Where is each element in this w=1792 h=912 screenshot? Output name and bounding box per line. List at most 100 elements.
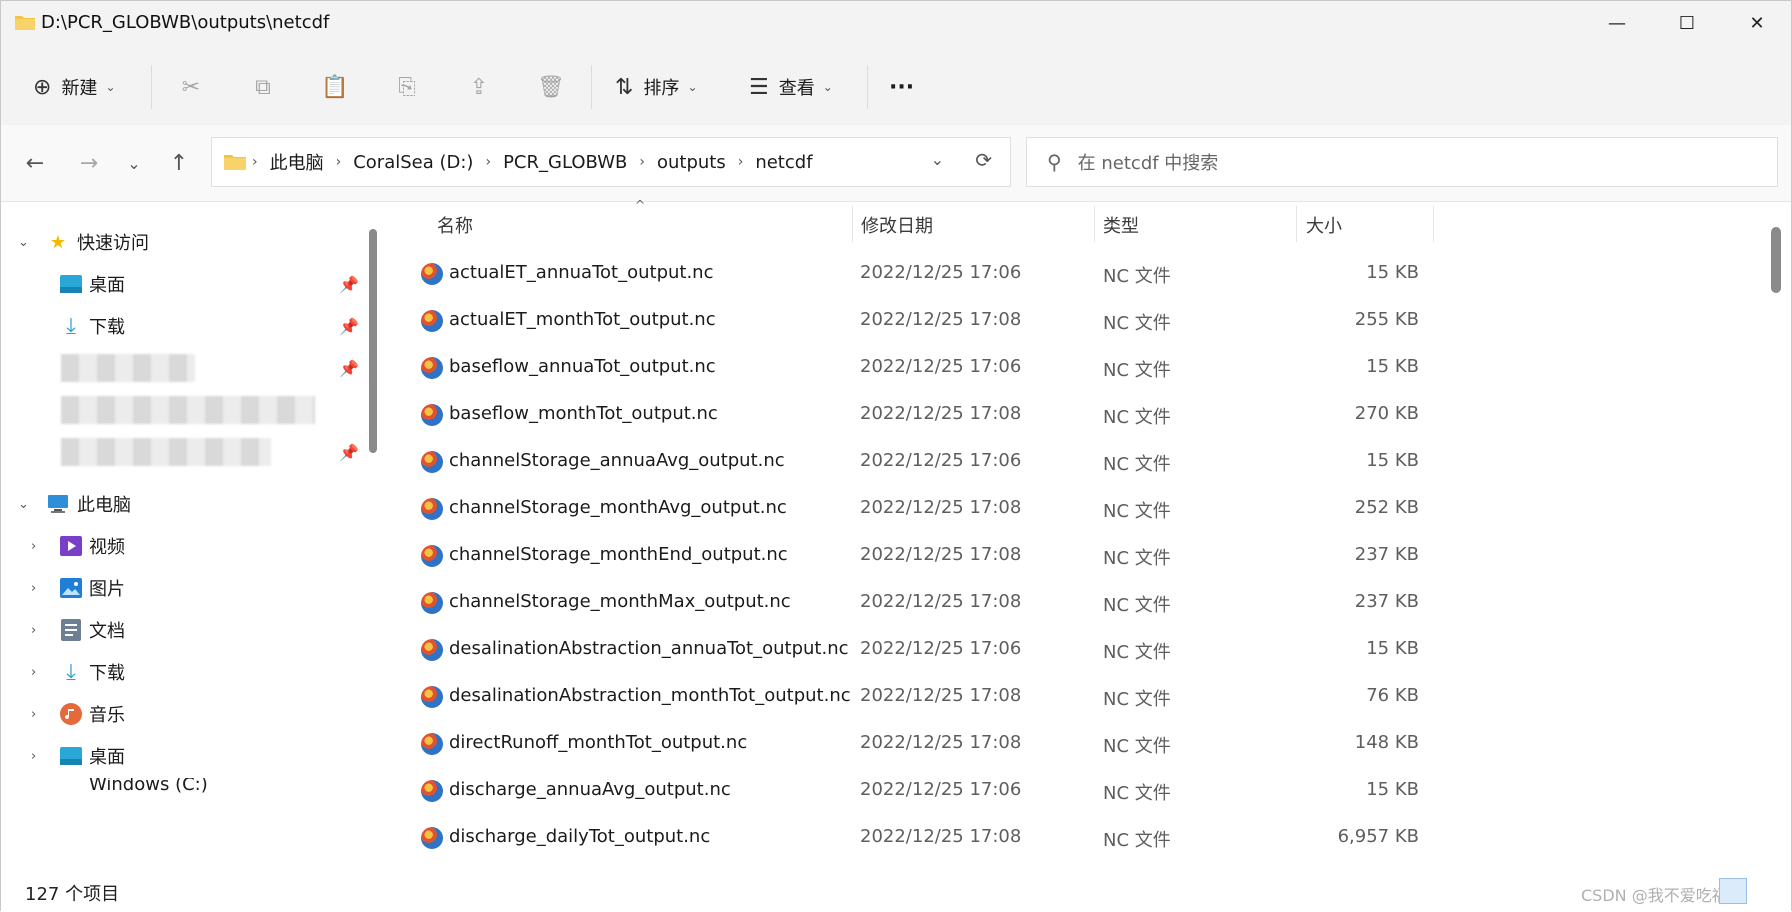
file-row[interactable]: directRunoff_monthTot_output.nc 2022/12/2… (389, 720, 1769, 766)
file-row[interactable]: discharge_dailyTot_output.nc 2022/12/25 1… (389, 814, 1769, 860)
computer-icon (46, 493, 70, 515)
nav-item-redacted[interactable]: 📌 (1, 432, 371, 472)
desktop-icon (59, 745, 83, 767)
file-row[interactable]: desalinationAbstraction_annuaTot_output.… (389, 626, 1769, 672)
file-row[interactable]: actualET_annuaTot_output.nc 2022/12/25 17… (389, 250, 1769, 296)
column-divider[interactable] (852, 206, 853, 242)
nav-item-windows-drive[interactable]: Windows (C:) (1, 778, 371, 794)
delete-button[interactable]: 🗑 (533, 69, 569, 105)
file-row[interactable]: channelStorage_monthMax_output.nc 2022/12… (389, 579, 1769, 625)
address-bar[interactable]: › 此电脑 › CoralSea (D:) › PCR_GLOBWB › out… (211, 137, 1011, 187)
search-box[interactable]: ⚲ 在 netcdf 中搜索 (1026, 137, 1778, 187)
command-bar: ⊕ 新建 ⌄ ✂ ⧉ 📋 ⎘ ⇪ 🗑 ⇅ 排序 ⌄ ☰ 查看 ⌄ ··· (1, 45, 1791, 126)
breadcrumb-netcdf[interactable]: netcdf (755, 152, 812, 173)
file-name: directRunoff_monthTot_output.nc (449, 732, 748, 753)
nav-this-pc[interactable]: ⌄ 此电脑 (1, 484, 371, 524)
breadcrumb-this-pc[interactable]: 此电脑 (270, 149, 324, 175)
view-button[interactable]: ☰ 查看 ⌄ (749, 65, 833, 109)
pin-icon[interactable]: 📌 (339, 275, 359, 294)
more-icon: ··· (889, 74, 915, 100)
explorer-window: D:\PCR_GLOBWB\outputs\netcdf — ☐ ✕ ⊕ 新建 … (0, 0, 1792, 912)
cut-button[interactable]: ✂ (173, 69, 209, 105)
details-view-icon[interactable] (1719, 878, 1747, 904)
new-button[interactable]: ⊕ 新建 ⌄ (33, 65, 116, 109)
chevron-right-icon[interactable]: › (639, 154, 645, 170)
nav-item-documents[interactable]: › 文档 (1, 610, 371, 650)
file-size: 237 KB (1354, 591, 1419, 612)
refresh-icon[interactable]: ⟳ (975, 148, 992, 172)
file-size: 15 KB (1366, 262, 1419, 283)
nav-item-desktop[interactable]: › 桌面 (1, 736, 371, 776)
divider (591, 65, 592, 109)
file-row[interactable]: discharge_annuaAvg_output.nc 2022/12/25 1… (389, 767, 1769, 813)
file-date: 2022/12/25 17:06 (860, 779, 1022, 800)
sort-button[interactable]: ⇅ 排序 ⌄ (615, 65, 698, 109)
nav-item-downloads-pinned[interactable]: ⤓ 下载 📌 (1, 306, 371, 346)
chevron-right-icon[interactable]: › (336, 154, 342, 170)
redacted-label (61, 438, 271, 466)
arrow-right-icon: → (79, 150, 99, 176)
chevron-right-icon[interactable]: › (738, 154, 744, 170)
file-name: channelStorage_monthAvg_output.nc (449, 497, 787, 518)
nav-quick-access[interactable]: ⌄ ★ 快速访问 (1, 222, 371, 262)
file-row[interactable]: actualET_monthTot_output.nc 2022/12/25 17… (389, 297, 1769, 343)
paste-button[interactable]: 📋 (317, 69, 353, 105)
search-input[interactable]: 在 netcdf 中搜索 (1078, 149, 1219, 175)
close-button[interactable]: ✕ (1721, 1, 1792, 45)
chevron-right-icon[interactable]: › (31, 623, 36, 638)
file-date: 2022/12/25 17:06 (860, 262, 1022, 283)
nav-item-videos[interactable]: › 视频 (1, 526, 371, 566)
more-button[interactable]: ··· (889, 65, 914, 109)
chevron-right-icon[interactable]: › (485, 154, 491, 170)
chevron-down-icon[interactable]: ⌄ (18, 235, 29, 250)
breadcrumb-pcr-globwb[interactable]: PCR_GLOBWB (503, 152, 627, 173)
nav-label: 桌面 (89, 747, 125, 768)
chevron-right-icon[interactable]: › (31, 707, 36, 722)
sort-icon: ⇅ (615, 74, 634, 100)
paste-icon: 📋 (321, 74, 349, 100)
file-row[interactable]: baseflow_monthTot_output.nc 2022/12/25 17… (389, 391, 1769, 437)
chevron-right-icon[interactable]: › (31, 581, 36, 596)
file-date: 2022/12/25 17:08 (860, 403, 1022, 424)
address-history-dropdown[interactable]: ⌄ (931, 150, 944, 169)
column-divider[interactable] (1296, 206, 1297, 242)
chevron-down-icon[interactable]: ⌄ (18, 497, 29, 512)
nav-item-pictures[interactable]: › 图片 (1, 568, 371, 608)
column-divider[interactable] (1094, 206, 1095, 242)
column-header-name[interactable]: 名称 (437, 212, 473, 238)
file-list-scrollbar[interactable] (1771, 227, 1781, 293)
breadcrumb-drive[interactable]: CoralSea (D:) (353, 152, 473, 173)
share-button[interactable]: ⇪ (461, 69, 497, 105)
back-button[interactable]: ← (15, 143, 55, 183)
file-row[interactable]: channelStorage_monthEnd_output.nc 2022/12… (389, 532, 1769, 578)
file-row[interactable]: channelStorage_monthAvg_output.nc 2022/12… (389, 485, 1769, 531)
chevron-right-icon[interactable]: › (31, 749, 36, 764)
nav-item-music[interactable]: › 音乐 (1, 694, 371, 734)
nav-item-desktop-pinned[interactable]: 桌面 📌 (1, 264, 371, 304)
column-header-size[interactable]: 大小 (1306, 212, 1342, 238)
chevron-right-icon[interactable]: › (31, 539, 36, 554)
pin-icon[interactable]: 📌 (339, 317, 359, 336)
file-row[interactable]: desalinationAbstraction_monthTot_output.… (389, 673, 1769, 719)
nav-item-redacted[interactable] (1, 390, 371, 430)
column-header-date[interactable]: 修改日期 (861, 212, 933, 238)
copy-button[interactable]: ⧉ (245, 69, 281, 105)
file-row[interactable]: channelStorage_annuaAvg_output.nc 2022/12… (389, 438, 1769, 484)
pin-icon[interactable]: 📌 (339, 359, 359, 378)
minimize-button[interactable]: — (1581, 1, 1653, 45)
breadcrumb-outputs[interactable]: outputs (657, 152, 726, 173)
navigation-scrollbar[interactable] (369, 229, 377, 453)
pin-icon[interactable]: 📌 (339, 443, 359, 462)
file-row[interactable]: baseflow_annuaTot_output.nc 2022/12/25 17… (389, 344, 1769, 390)
forward-button[interactable]: → (69, 143, 109, 183)
nav-item-redacted[interactable]: 📌 (1, 348, 371, 388)
up-button[interactable]: ↑ (159, 143, 199, 183)
maximize-button[interactable]: ☐ (1651, 1, 1723, 45)
rename-button[interactable]: ⎘ (389, 69, 425, 105)
nav-item-downloads[interactable]: › ⤓ 下载 (1, 652, 371, 692)
file-size: 15 KB (1366, 356, 1419, 377)
column-divider[interactable] (1433, 206, 1434, 242)
column-header-type[interactable]: 类型 (1103, 212, 1139, 238)
chevron-right-icon[interactable]: › (31, 665, 36, 680)
recent-locations-button[interactable]: ⌄ (114, 143, 154, 183)
